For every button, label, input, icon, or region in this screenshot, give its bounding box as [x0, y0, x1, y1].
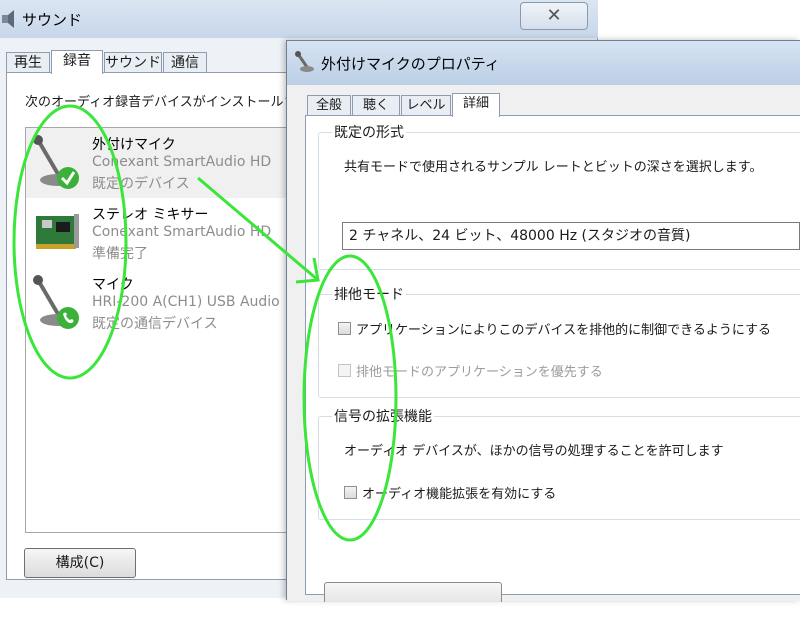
exclusive-mode-title: 排他モード	[332, 284, 406, 304]
allow-exclusive-checkbox[interactable]	[338, 322, 351, 335]
advanced-panel: 既定の形式 共有モードで使用されるサンプル レートとビットの深さを選択します。 …	[305, 115, 800, 595]
window-title: サウンド	[22, 11, 83, 29]
device-driver: Conexant SmartAudio HD	[92, 224, 272, 240]
exclusive-mode-group	[318, 294, 800, 398]
device-name: 外付けマイク	[92, 137, 176, 153]
exclusive-priority-checkbox	[338, 364, 351, 377]
tab-playback[interactable]: 再生	[6, 52, 50, 74]
tab-general[interactable]: 全般	[307, 95, 351, 117]
default-format-select[interactable]: 2 チャネル、24 ビット、48000 Hz (スタジオの音質)	[342, 222, 800, 250]
properties-window: 外付けマイクのプロパティ 全般 聴く レベル 詳細 既定の形式 共有モードで使用…	[286, 40, 800, 601]
tab-listen[interactable]: 聴く	[352, 95, 400, 117]
signal-enhancements-group	[318, 416, 800, 520]
recording-description: 次のオーディオ録音デバイスがインストールされ	[25, 95, 310, 110]
sound-card-icon	[36, 214, 79, 249]
close-button[interactable]: ✕	[520, 2, 588, 30]
tab-advanced[interactable]: 詳細	[452, 93, 500, 117]
device-status: 既定のデバイス	[92, 176, 190, 192]
signal-enhancements-description: オーディオ デバイスが、ほかの信号の処理することを許可します	[344, 444, 724, 459]
restore-defaults-button[interactable]	[324, 582, 502, 602]
device-driver: Conexant SmartAudio HD	[92, 154, 272, 170]
configure-button[interactable]: 構成(C)	[24, 548, 136, 578]
default-format-description: 共有モードで使用されるサンプル レートとビットの深さを選択します。	[344, 160, 763, 175]
tab-levels[interactable]: レベル	[401, 95, 451, 117]
exclusive-priority-label: 排他モードのアプリケーションを優先する	[356, 365, 603, 380]
device-name: ステレオ ミキサー	[92, 207, 209, 223]
enable-enhancements-label[interactable]: オーディオ機能拡張を有効にする	[362, 483, 556, 502]
tab-communications[interactable]: 通信	[163, 52, 207, 74]
properties-body: 全般 聴く レベル 詳細 既定の形式 共有モードで使用されるサンプル レートとビ…	[287, 85, 800, 601]
allow-exclusive-label[interactable]: アプリケーションによりこのデバイスを排他的に制御できるようにする	[356, 319, 771, 338]
default-format-title: 既定の形式	[332, 122, 406, 142]
microphone-icon	[295, 51, 314, 72]
tab-recording[interactable]: 録音	[51, 50, 103, 74]
enable-enhancements-checkbox[interactable]	[344, 486, 357, 499]
device-status: 準備完了	[92, 246, 148, 262]
properties-titlebar[interactable]: 外付けマイクのプロパティ	[287, 41, 800, 85]
device-status: 既定の通信デバイス	[92, 316, 218, 332]
speaker-icon	[2, 10, 14, 28]
properties-title: 外付けマイクのプロパティ	[321, 55, 500, 73]
microphone-communication-icon	[33, 275, 79, 329]
microphone-default-icon	[33, 135, 79, 189]
device-driver: HRI-200 A(CH1) USB Audio	[92, 294, 280, 310]
sound-titlebar[interactable]: サウンド ✕	[0, 0, 598, 38]
tab-sounds[interactable]: サウンド	[104, 52, 162, 74]
signal-enhancements-title: 信号の拡張機能	[332, 406, 434, 426]
device-name: マイク	[92, 277, 134, 293]
